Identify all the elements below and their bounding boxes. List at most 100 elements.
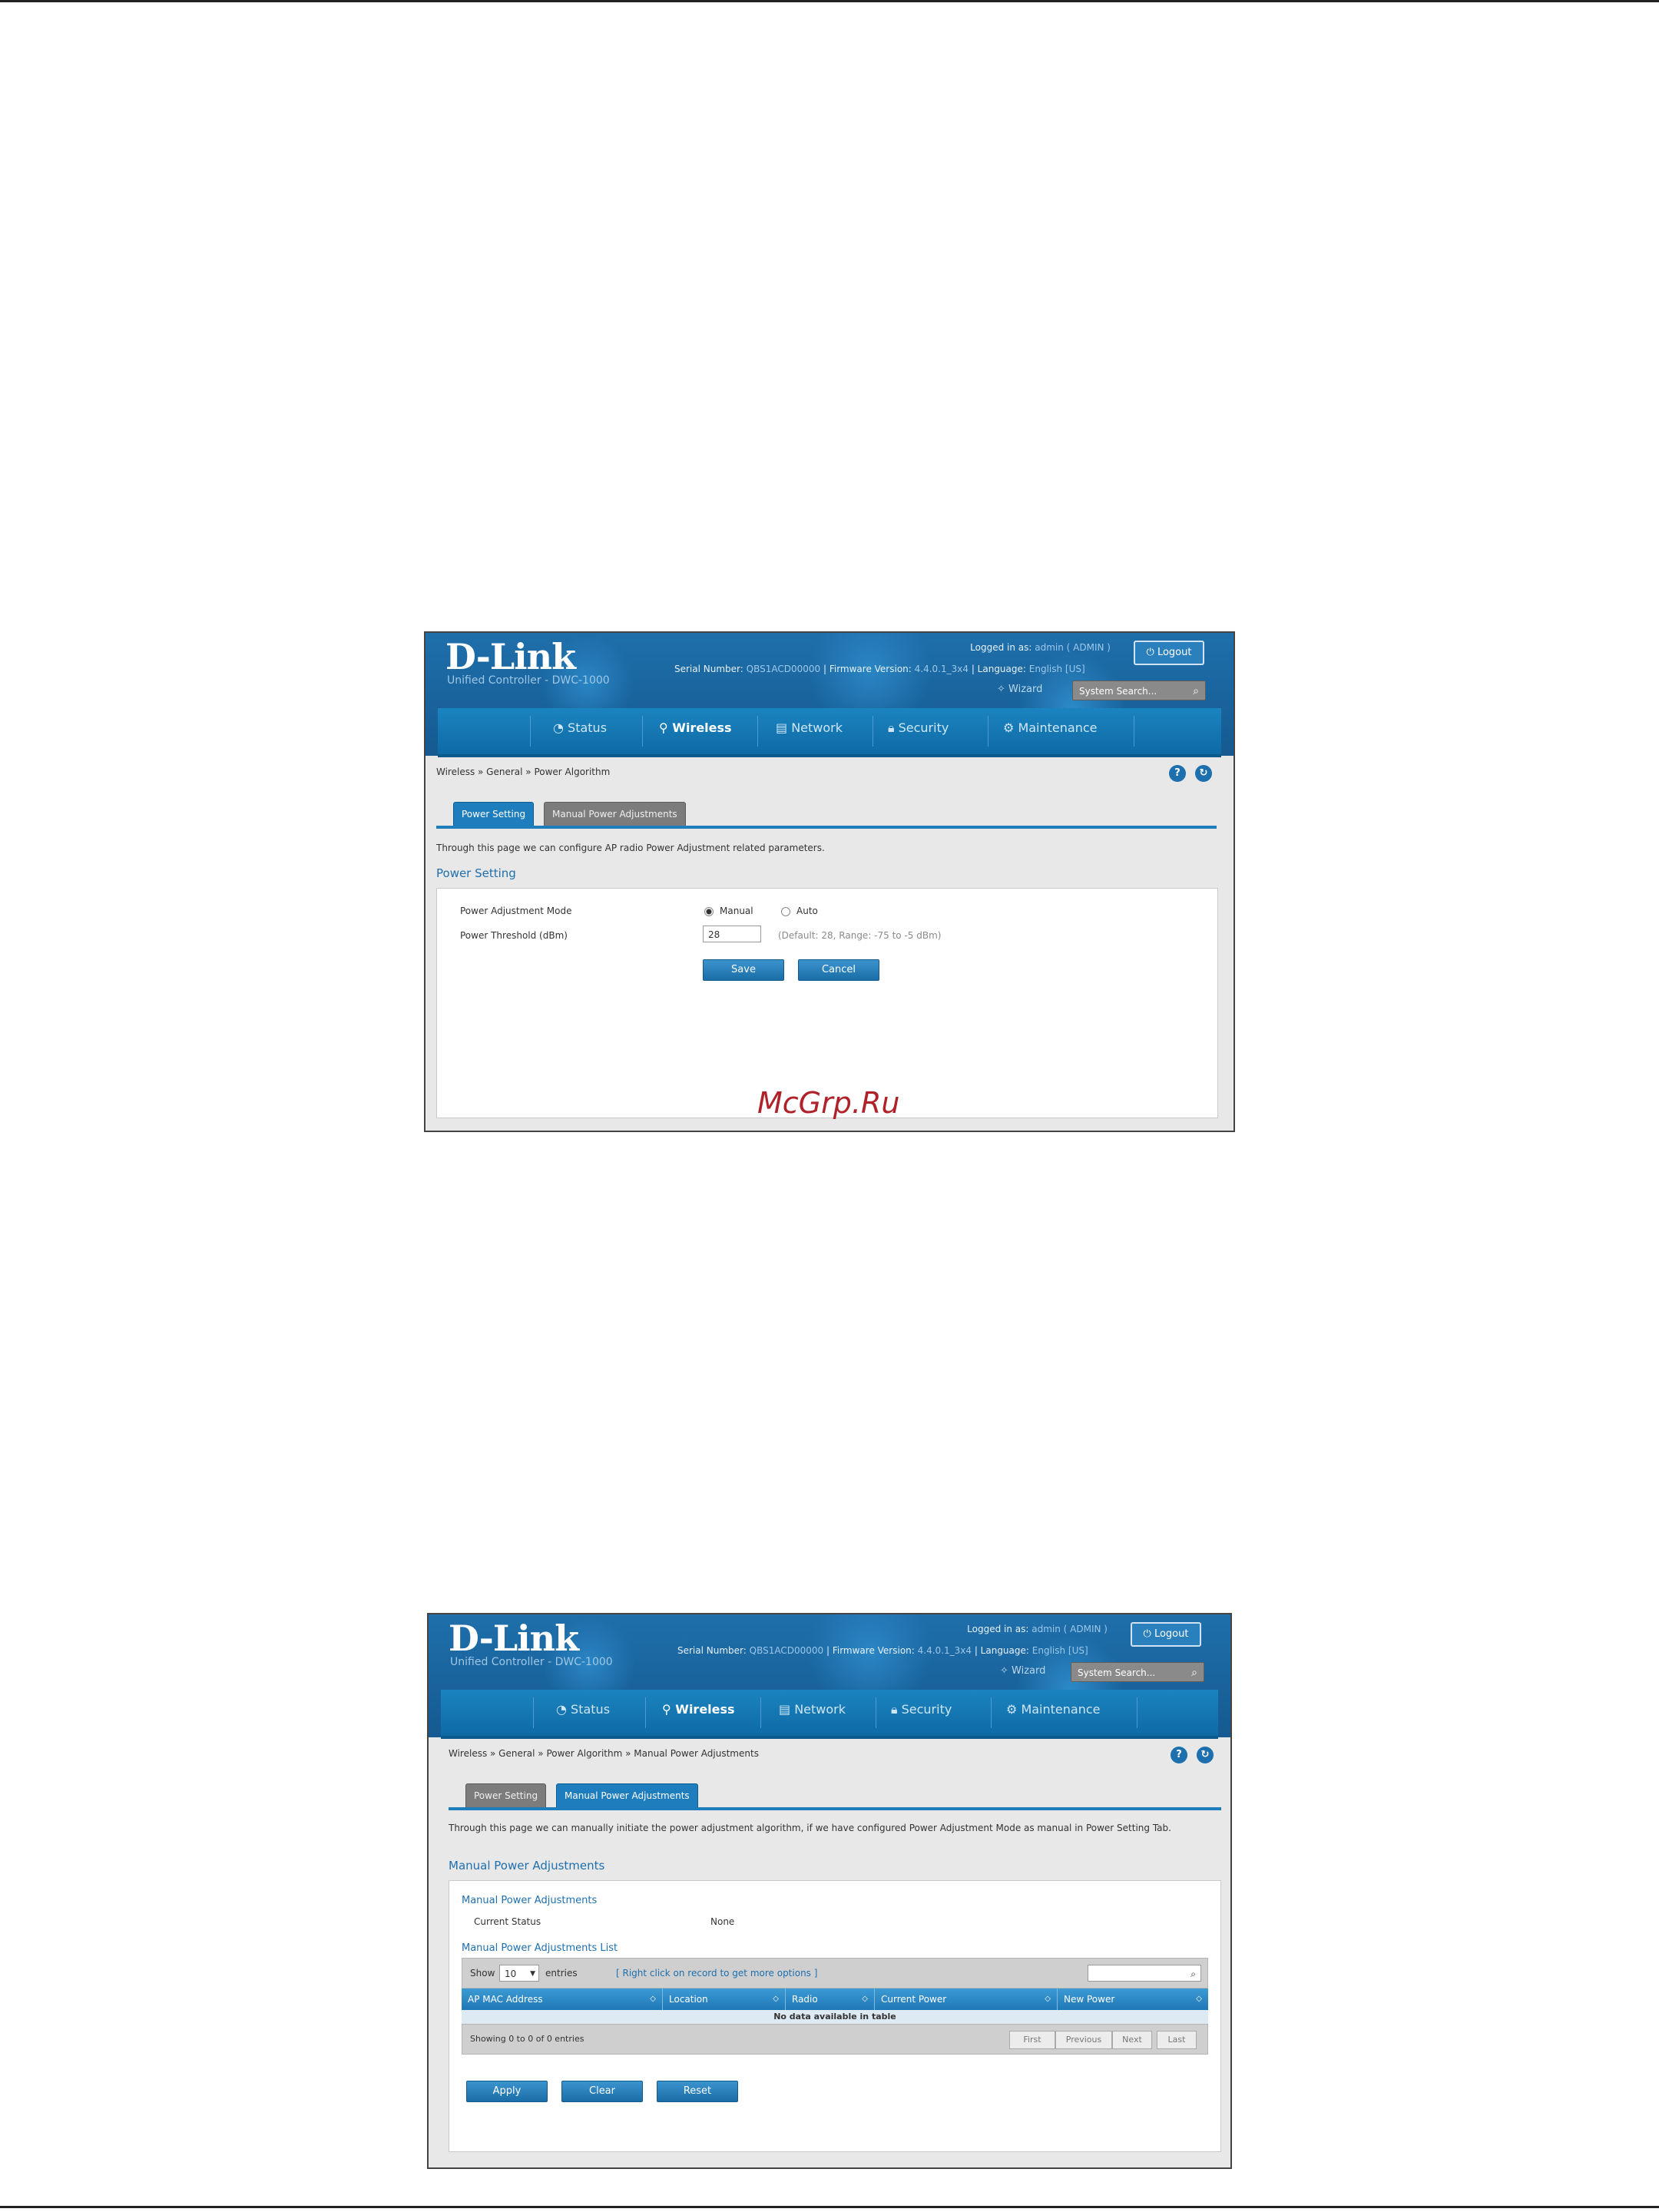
server-icon: ▤ (779, 1702, 795, 1717)
nav-network[interactable]: ▤ Network (776, 720, 843, 735)
pagination-previous[interactable]: Previous (1055, 2031, 1112, 2049)
table-search-input[interactable]: ⌕ (1088, 1965, 1201, 1982)
section-title: Manual Power Adjustments (449, 1859, 605, 1873)
mode-manual-radio[interactable]: Manual (704, 906, 753, 916)
mode-auto-radio[interactable]: Auto (781, 906, 818, 916)
table-toolbar: Show 10 ▼ entries [ Right click on record… (462, 1958, 1208, 1988)
cancel-button[interactable]: Cancel (798, 959, 879, 981)
app-header: D-Link Unified Controller - DWC-1000 Log… (429, 1614, 1230, 1739)
help-icon[interactable]: ? (1169, 765, 1186, 782)
gear-icon: ⚙ (1006, 1702, 1022, 1717)
col-ap-mac-address[interactable]: AP MAC Address ◇ (462, 1988, 663, 2010)
search-icon: ⌕ (1191, 1667, 1197, 1679)
nav-wireless[interactable]: ⚲ Wireless (662, 1702, 735, 1717)
refresh-icon[interactable]: ↻ (1195, 765, 1212, 782)
page-bottom-rule (0, 2206, 1659, 2208)
logged-in-info: Logged in as: admin ( ADMIN ) (970, 642, 1111, 653)
nav-status[interactable]: ◔ Status (556, 1702, 610, 1717)
sort-icon: ◇ (650, 1995, 656, 2003)
power-threshold-label: Power Threshold (dBm) (460, 930, 568, 941)
entries-select[interactable]: 10 ▼ (499, 1965, 539, 1982)
gauge-icon: ◔ (556, 1702, 571, 1717)
main-nav: ◔ Status ⚲ Wireless ▤ Network 🔒︎ Securit… (441, 1690, 1218, 1739)
right-click-hint: [ Right click on record to get more opti… (616, 1968, 818, 1979)
server-icon: ▤ (776, 720, 792, 735)
empty-text: No data available in table (773, 2012, 896, 2022)
dlink-logo: D-Link (449, 1618, 579, 1659)
nav-security[interactable]: 🔒︎ Security (888, 720, 949, 736)
apply-button[interactable]: Apply (466, 2081, 548, 2102)
list-subhead: Manual Power Adjustments List (462, 1942, 618, 1954)
tab-manual-power-adjustments[interactable]: Manual Power Adjustments (556, 1783, 698, 1808)
nav-wireless[interactable]: ⚲ Wireless (659, 720, 732, 735)
logout-button[interactable]: ⏻ Logout (1131, 1622, 1201, 1647)
breadcrumb: Wireless » General » Power Algorithm (436, 767, 611, 777)
radio-selected-icon (704, 906, 714, 916)
power-setting-panel: Power Adjustment Mode Manual Auto Power … (436, 888, 1218, 1118)
wand-icon: ✧ (1000, 1665, 1012, 1677)
logged-in-user-link[interactable]: admin ( ADMIN ) (1035, 642, 1111, 653)
lock-icon: 🔒︎ (891, 1702, 902, 1717)
language-link[interactable]: English [US] (1032, 1645, 1088, 1656)
app-header: D-Link Unified Controller - DWC-1000 Log… (426, 633, 1233, 757)
page-top-rule (0, 0, 1659, 2)
logout-button[interactable]: ⏻ Logout (1134, 641, 1204, 665)
table-footer: Showing 0 to 0 of 0 entries First Previo… (462, 2024, 1208, 2055)
product-name: Unified Controller - DWC-1000 (447, 674, 610, 687)
pagination-last[interactable]: Last (1157, 2031, 1197, 2049)
current-status-label: Current Status (474, 1916, 541, 1927)
search-icon: ⌕ (1193, 685, 1199, 697)
page-description: Through this page we can manually initia… (449, 1823, 1171, 1833)
save-button[interactable]: Save (703, 959, 784, 981)
nav-maintenance[interactable]: ⚙ Maintenance (1003, 720, 1097, 735)
gauge-icon: ◔ (553, 720, 568, 735)
sort-icon: ◇ (1045, 1995, 1051, 2003)
system-search-input[interactable]: System Search... ⌕ (1071, 1662, 1204, 1682)
logged-in-label: Logged in as: (970, 642, 1032, 653)
system-search-input[interactable]: System Search... ⌕ (1072, 680, 1206, 700)
logged-in-user-link[interactable]: admin ( ADMIN ) (1031, 1624, 1108, 1634)
antenna-icon: ⚲ (659, 720, 673, 735)
dlink-logo: D-Link (445, 636, 576, 677)
radio-unselected-icon (781, 906, 790, 916)
nav-security[interactable]: 🔒︎ Security (891, 1702, 952, 1717)
pagination-first[interactable]: First (1009, 2031, 1055, 2049)
clear-button[interactable]: Clear (561, 2081, 643, 2102)
power-icon: ⏻ (1143, 1628, 1154, 1640)
nav-maintenance[interactable]: ⚙ Maintenance (1006, 1702, 1100, 1717)
manual-adjustments-panel: Manual Power Adjustments Current Status … (449, 1880, 1221, 2152)
nav-status[interactable]: ◔ Status (553, 720, 607, 735)
reset-button[interactable]: Reset (657, 2081, 738, 2102)
tab-power-setting[interactable]: Power Setting (453, 802, 535, 826)
refresh-icon[interactable]: ↻ (1197, 1747, 1214, 1763)
power-threshold-hint: (Default: 28, Range: -75 to -5 dBm) (778, 930, 942, 941)
col-radio[interactable]: Radio ◇ (786, 1988, 875, 2010)
current-status-value: None (710, 1916, 735, 1927)
power-icon: ⏻ (1146, 647, 1157, 658)
product-name: Unified Controller - DWC-1000 (450, 1656, 613, 1668)
device-info: Serial Number: QBS1ACD00000 | Firmware V… (674, 664, 1085, 674)
screenshot-manual-power-adjustments: D-Link Unified Controller - DWC-1000 Log… (427, 1613, 1232, 2169)
power-threshold-input[interactable]: 28 (703, 926, 761, 942)
col-new-power[interactable]: New Power ◇ (1058, 1988, 1208, 2010)
tab-underline (436, 826, 1217, 829)
col-location[interactable]: Location ◇ (663, 1988, 786, 2010)
col-current-power[interactable]: Current Power ◇ (875, 1988, 1058, 2010)
main-nav: ◔ Status ⚲ Wireless ▤ Network 🔒︎ Securit… (438, 708, 1221, 757)
gear-icon: ⚙ (1003, 720, 1018, 735)
sort-icon: ◇ (1196, 1995, 1202, 2003)
wizard-link[interactable]: ✧ Wizard (997, 684, 1042, 695)
nav-network[interactable]: ▤ Network (779, 1702, 846, 1717)
sort-icon: ◇ (773, 1995, 779, 2003)
power-adjustment-mode-label: Power Adjustment Mode (460, 906, 572, 916)
pagination-next[interactable]: Next (1112, 2031, 1152, 2049)
breadcrumb: Wireless » General » Power Algorithm » M… (449, 1748, 759, 1759)
watermark: McGrp.Ru (757, 1086, 900, 1120)
help-icon[interactable]: ? (1171, 1747, 1187, 1763)
language-link[interactable]: English [US] (1029, 664, 1085, 674)
section-title: Power Setting (436, 866, 516, 880)
tab-manual-power-adjustments[interactable]: Manual Power Adjustments (544, 802, 686, 826)
tab-power-setting[interactable]: Power Setting (465, 1783, 547, 1808)
lock-icon: 🔒︎ (888, 720, 899, 735)
wizard-link[interactable]: ✧ Wizard (1000, 1665, 1045, 1677)
